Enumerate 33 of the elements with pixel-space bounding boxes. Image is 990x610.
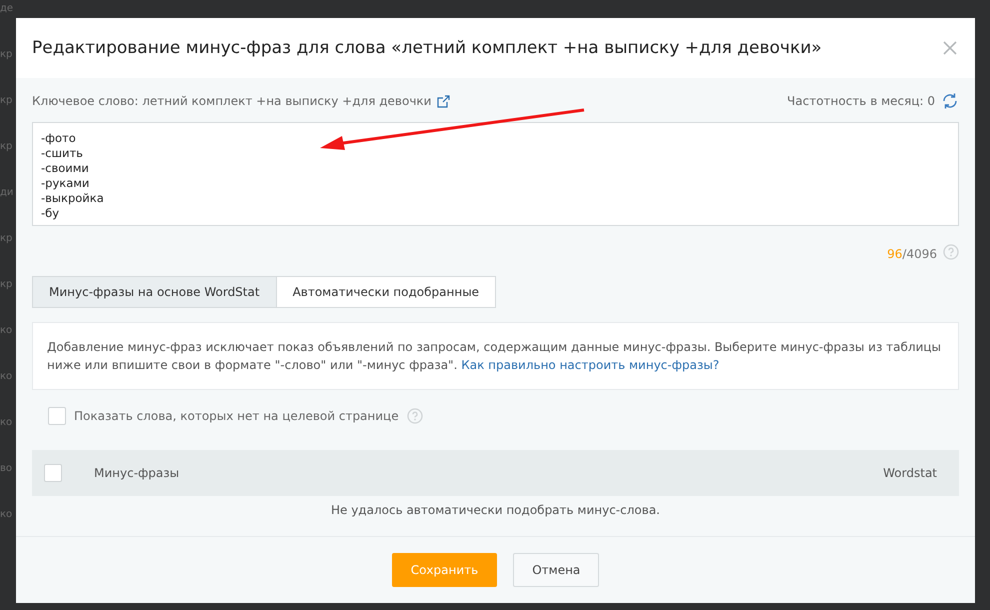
background-text: ко bbox=[0, 416, 14, 430]
refresh-icon[interactable] bbox=[941, 92, 959, 110]
background-text: кр bbox=[0, 48, 14, 62]
tab[interactable]: Минус-фразы на основе WordStat bbox=[32, 276, 277, 308]
cancel-button[interactable]: Отмена bbox=[513, 553, 600, 587]
background-text: кр bbox=[0, 278, 14, 292]
external-link-icon[interactable] bbox=[437, 94, 450, 108]
minus-phrases-field[interactable]: -фото -сшить -своими -руками -выкройка -бу bbox=[32, 122, 959, 226]
background-text: де bbox=[0, 2, 14, 16]
character-counter: 96/4096 bbox=[887, 246, 937, 262]
frequency-label: Частотность в месяц: 0 bbox=[787, 94, 935, 108]
select-all-checkbox[interactable] bbox=[44, 464, 62, 482]
background-text: ко bbox=[0, 508, 14, 522]
dialog-title: Редактирование минус-фраз для слова «летний комплект +на выписку +для девочки» bbox=[32, 38, 822, 58]
background-text: во bbox=[0, 462, 14, 476]
close-button[interactable] bbox=[941, 39, 959, 57]
checkbox[interactable] bbox=[48, 407, 66, 425]
column-header: Wordstat bbox=[883, 466, 937, 480]
help-icon[interactable] bbox=[406, 408, 423, 424]
background-text: ди bbox=[0, 186, 14, 200]
background-text: кр bbox=[0, 140, 14, 154]
keyword-label: Ключевое слово: летний комплект +на выписку +для девочки bbox=[32, 94, 432, 108]
help-icon[interactable] bbox=[943, 244, 959, 260]
background-text: ко bbox=[0, 370, 14, 384]
help-link[interactable]: Как правильно настроить минус-фразы? bbox=[461, 358, 720, 372]
info-text: Добавление минус-фраз исключает показ объявлений по запросам, содержащим данные минус-фразы. Выберите минус-фразы из таблицы ниже или впишите свои в формате "-слово" или "-минус фраза". Как правильно настроить минус-фразы? bbox=[47, 339, 942, 374]
column-header: Минус-фразы bbox=[94, 466, 180, 480]
background-text: ко bbox=[0, 324, 14, 338]
empty-message: Не удалось автоматически подобрать минус-слова. bbox=[330, 502, 661, 519]
background-text: кр bbox=[0, 232, 14, 246]
checkbox-label: Показать слова, которых нет на целевой странице bbox=[74, 409, 399, 423]
tab[interactable]: Автоматически подобранные bbox=[276, 276, 496, 308]
background-text: кр bbox=[0, 94, 14, 108]
